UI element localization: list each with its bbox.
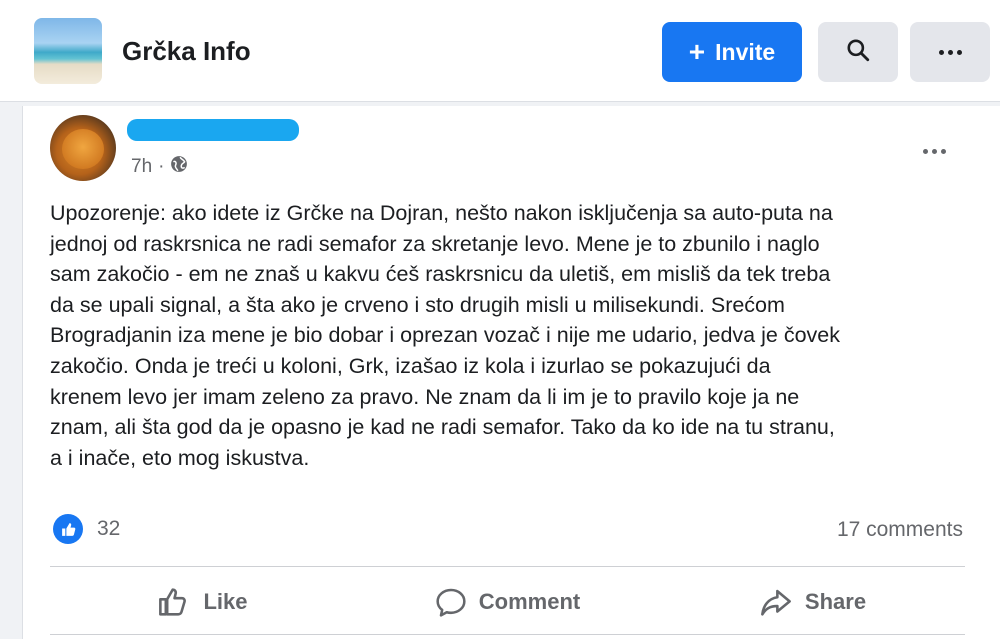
invite-button-label: Invite — [715, 38, 776, 65]
share-button[interactable]: Share — [660, 569, 965, 635]
post-body: Upozorenje: ako idete iz Grčke na Dojran… — [50, 201, 840, 470]
like-label: Like — [203, 589, 248, 614]
comments-count-link[interactable]: 17 comments — [837, 518, 963, 542]
group-cover-thumbnail[interactable] — [34, 18, 102, 84]
redacted-author-name[interactable] — [127, 119, 299, 141]
post-timestamp[interactable]: 7h · — [131, 155, 188, 179]
post-card: 7h · Upozorenje: ako idete iz Grčke na D… — [22, 106, 1000, 639]
plus-icon: + — [688, 36, 706, 67]
invite-button[interactable]: + Invite — [662, 22, 802, 82]
comment-button[interactable]: Comment — [355, 569, 660, 635]
comment-label: Comment — [478, 589, 581, 614]
globe-icon — [170, 155, 188, 179]
avatar[interactable] — [50, 115, 116, 181]
more-icon — [938, 49, 962, 55]
share-icon — [760, 589, 791, 616]
like-button[interactable]: Like — [50, 569, 355, 635]
share-label: Share — [804, 589, 867, 614]
reactions-count: 32 — [97, 517, 121, 540]
like-reaction-icon — [53, 514, 83, 544]
post-options-button[interactable] — [917, 143, 951, 159]
divider — [50, 634, 965, 635]
separator: · — [158, 156, 165, 177]
search-icon — [845, 37, 871, 68]
group-header: Grčka Info + Invite — [0, 0, 1000, 102]
comment-icon — [436, 588, 466, 617]
post-actions-bar: Like Comment Share — [50, 569, 965, 635]
search-button[interactable] — [818, 22, 898, 82]
more-icon — [922, 148, 946, 154]
thumbs-up-icon — [159, 588, 187, 616]
reactions-summary[interactable]: 32 — [53, 514, 120, 544]
group-more-button[interactable] — [910, 22, 990, 82]
group-name[interactable]: Grčka Info — [122, 36, 251, 67]
divider — [50, 566, 965, 567]
post-time: 7h — [131, 156, 153, 177]
